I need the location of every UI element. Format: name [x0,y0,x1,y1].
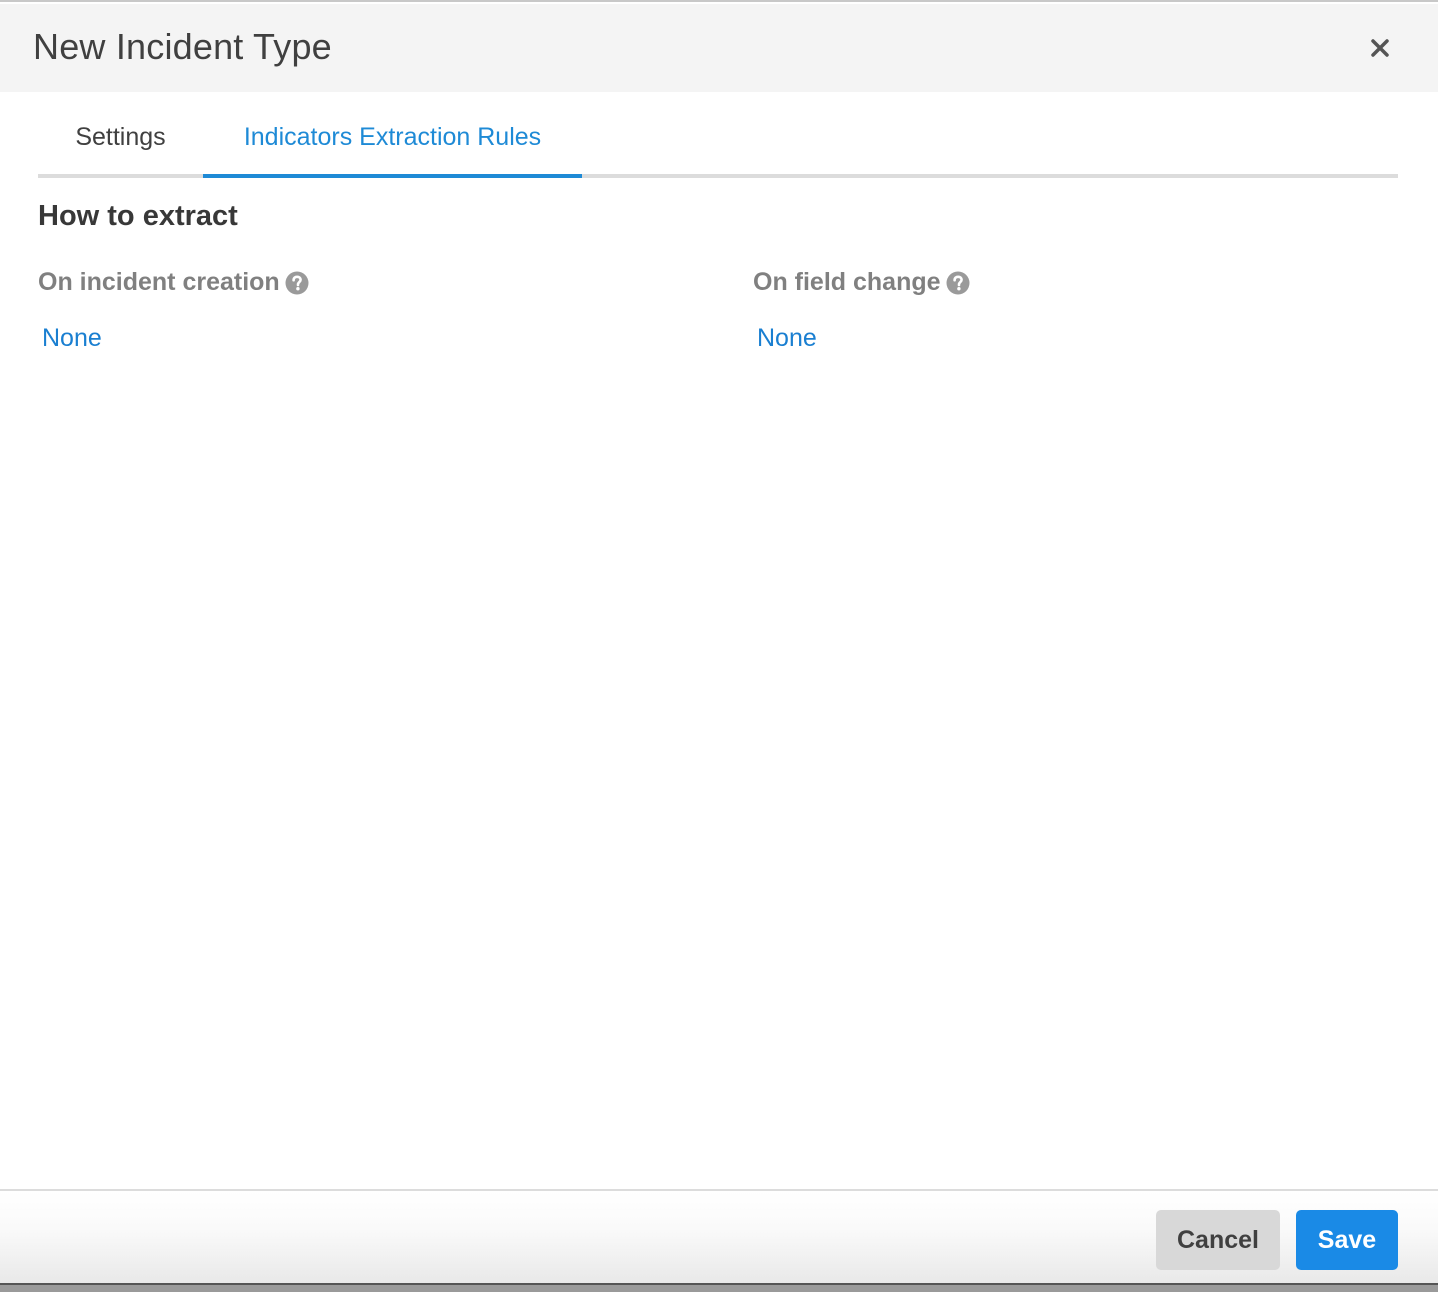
on-incident-creation-label: On incident creation [38,268,309,297]
close-icon [1371,39,1389,57]
on-field-change-value-link[interactable]: None [757,324,817,353]
close-button[interactable] [1366,34,1394,62]
tab-indicators-extraction-rules[interactable]: Indicators Extraction Rules [203,92,582,178]
new-incident-type-dialog: New Incident Type Settings Indicators Ex… [0,0,1438,1292]
section-title: How to extract [38,200,238,232]
dialog-title: New Incident Type [33,26,332,67]
dialog-header: New Incident Type [0,4,1438,92]
on-incident-creation-value-link[interactable]: None [42,324,102,353]
on-field-change-label: On field change [753,268,970,297]
on-field-change-text: On field change [753,268,941,296]
tab-bar: Settings Indicators Extraction Rules [38,92,1398,178]
tab-settings[interactable]: Settings [38,92,203,178]
question-circle-icon[interactable] [946,271,970,295]
save-button[interactable]: Save [1296,1210,1398,1270]
on-incident-creation-text: On incident creation [38,268,280,296]
active-tab-indicator [203,174,582,178]
question-circle-icon[interactable] [285,271,309,295]
cancel-button[interactable]: Cancel [1156,1210,1280,1270]
dialog-footer: Cancel Save [0,1189,1438,1285]
dialog-bottom-edge [0,1283,1438,1292]
